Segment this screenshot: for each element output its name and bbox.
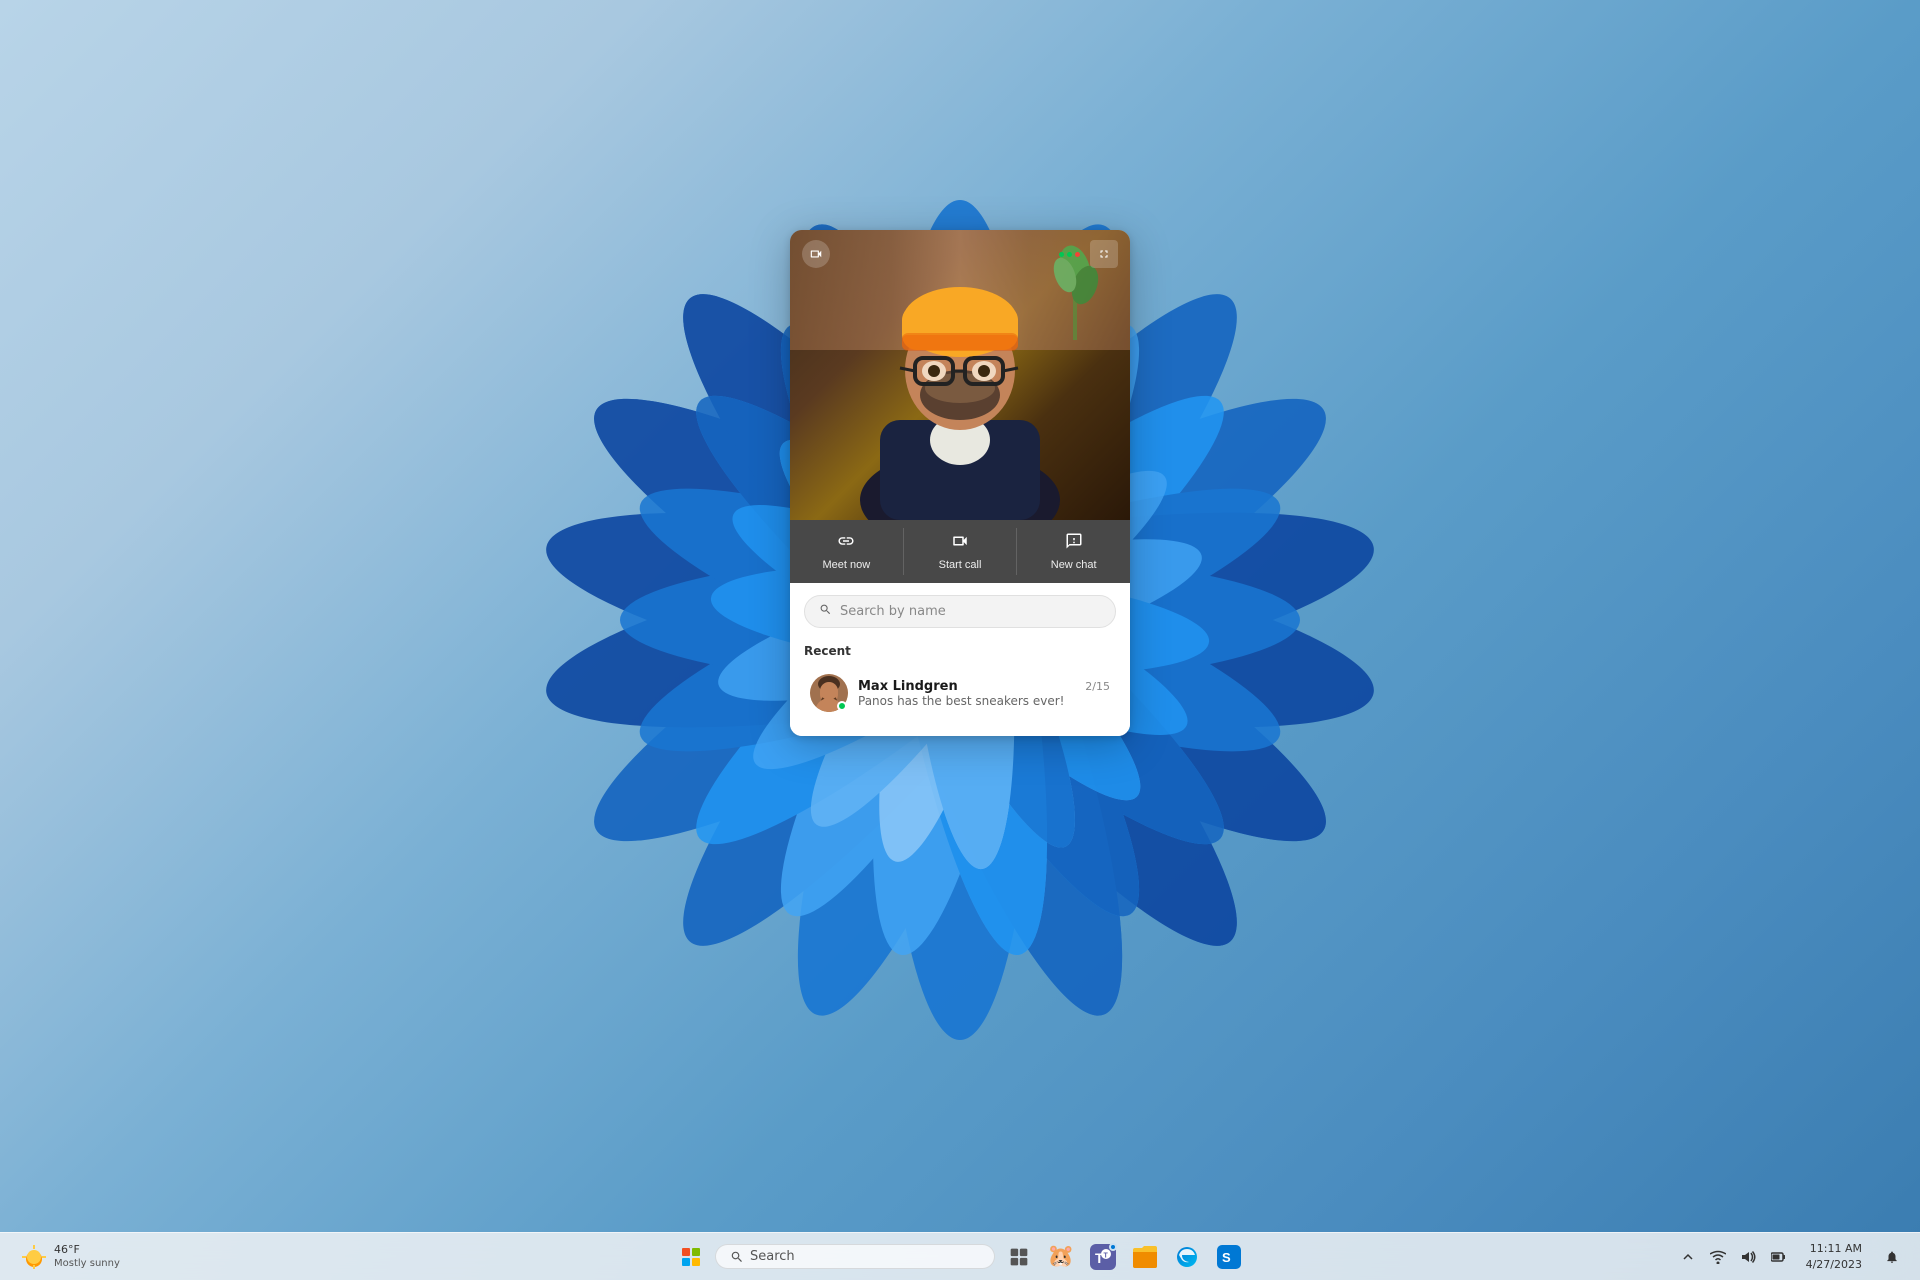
folder-icon [1133, 1246, 1157, 1268]
hamster-emoji: 🐹 [1047, 1244, 1074, 1269]
teams-chat-panel: Meet now Start call New chat [790, 230, 1130, 736]
new-chat-label: New chat [1051, 559, 1097, 571]
search-placeholder: Search by name [840, 604, 946, 619]
win-quad-red [682, 1248, 690, 1256]
video-top-right [1055, 240, 1118, 268]
online-indicator [837, 701, 847, 711]
volume-icon [1740, 1250, 1756, 1264]
teams-taskbar-icon[interactable]: T T [1085, 1239, 1121, 1275]
taskbar-center: Search 🐹 T T [673, 1239, 1247, 1275]
svg-text:T: T [1104, 1252, 1109, 1259]
wifi-button[interactable] [1704, 1243, 1732, 1271]
volume-button[interactable] [1734, 1243, 1762, 1271]
edge-icon [1175, 1245, 1199, 1269]
start-call-icon [951, 532, 969, 555]
file-explorer-icon[interactable] [1127, 1239, 1163, 1275]
camera-icon[interactable] [802, 240, 830, 268]
dot-green-2 [1067, 252, 1072, 257]
start-button[interactable] [673, 1239, 709, 1275]
clock-time: 11:11 AM [1806, 1241, 1862, 1256]
teams-notification-dot [1109, 1243, 1117, 1251]
clock-date: 4/27/2023 [1806, 1257, 1862, 1272]
taskbar-search-bar[interactable]: Search [715, 1244, 995, 1269]
contact-avatar-wrapper [810, 674, 848, 712]
weather-condition: Mostly sunny [54, 1257, 120, 1270]
contact-message: Panos has the best sneakers ever! [858, 694, 1110, 708]
search-icon [819, 603, 832, 620]
new-chat-icon [1065, 532, 1083, 555]
recent-label: Recent [804, 644, 1116, 658]
notification-icon [1885, 1250, 1899, 1264]
contact-info-max: Max Lindgren 2/15 Panos has the best sne… [858, 679, 1110, 708]
windows-logo [682, 1248, 700, 1266]
recent-section: Recent [790, 636, 1130, 736]
taskbar: 46°F Mostly sunny Searc [0, 1232, 1920, 1280]
name-search-input[interactable]: Search by name [804, 595, 1116, 628]
taskbar-search-icon [730, 1250, 744, 1264]
win-quad-green [692, 1248, 700, 1256]
meet-now-label: Meet now [822, 559, 870, 571]
clock[interactable]: 11:11 AM 4/27/2023 [1800, 1237, 1868, 1276]
task-view-icon [1009, 1247, 1029, 1267]
edge-browser-icon[interactable] [1169, 1239, 1205, 1275]
taskbar-left: 46°F Mostly sunny [12, 1239, 128, 1275]
svg-text:S: S [1222, 1250, 1231, 1265]
action-buttons-row: Meet now Start call New chat [790, 520, 1130, 583]
meet-now-button[interactable]: Meet now [790, 520, 903, 583]
weather-widget[interactable]: 46°F Mostly sunny [12, 1239, 128, 1275]
dot-green [1059, 252, 1064, 257]
show-hidden-icons-button[interactable] [1674, 1243, 1702, 1271]
desktop: Meet now Start call New chat [0, 0, 1920, 1280]
store-icon: S [1217, 1245, 1241, 1269]
more-options-button[interactable] [1055, 248, 1084, 261]
video-controls [802, 240, 1118, 268]
taskbar-search-text: Search [750, 1249, 795, 1264]
search-section: Search by name [790, 583, 1130, 636]
weather-text: 46°F Mostly sunny [54, 1243, 120, 1270]
contact-item-max[interactable]: Max Lindgren 2/15 Panos has the best sne… [804, 666, 1116, 720]
meet-now-icon [837, 532, 855, 555]
expand-button[interactable] [1090, 240, 1118, 268]
task-view-button[interactable] [1001, 1239, 1037, 1275]
contact-date: 2/15 [1085, 680, 1110, 693]
win-quad-yellow [692, 1258, 700, 1266]
wifi-icon [1710, 1250, 1726, 1264]
battery-button[interactable] [1764, 1243, 1792, 1271]
person-figure [820, 240, 1100, 520]
weather-temp: 46°F [54, 1243, 120, 1257]
chevron-up-icon [1683, 1252, 1693, 1262]
start-call-label: Start call [939, 559, 982, 571]
dot-red [1075, 252, 1080, 257]
notification-center-button[interactable] [1876, 1243, 1908, 1271]
video-area [790, 230, 1130, 520]
taskbar-right: 11:11 AM 4/27/2023 [1674, 1237, 1908, 1276]
win-quad-blue [682, 1258, 690, 1266]
hamster-app-icon[interactable]: 🐹 [1043, 1239, 1079, 1275]
contact-name-row: Max Lindgren 2/15 [858, 679, 1110, 694]
start-call-button[interactable]: Start call [904, 520, 1017, 583]
battery-icon [1771, 1250, 1785, 1264]
ms-store-icon[interactable]: S [1211, 1239, 1247, 1275]
contact-name: Max Lindgren [858, 679, 958, 694]
system-tray [1674, 1243, 1792, 1271]
new-chat-button[interactable]: New chat [1017, 520, 1130, 583]
weather-icon [20, 1243, 48, 1271]
